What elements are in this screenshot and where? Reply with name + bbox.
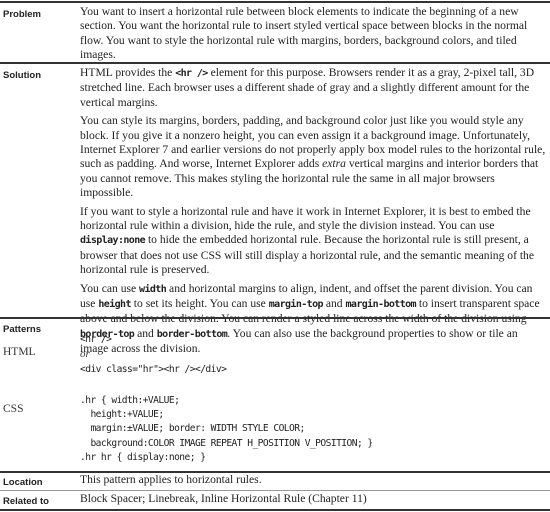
location-label: Location: [3, 477, 43, 488]
inline-code: width: [139, 283, 167, 295]
text-run: You want to insert a horizontal rule bet…: [80, 5, 528, 61]
table-bottom-rule: [0, 509, 550, 511]
inline-code: border-bottom: [156, 328, 228, 340]
paragraph: You can style its margins, borders, padd…: [80, 114, 546, 200]
text-run: If you want to style a horizontal rule a…: [80, 204, 531, 232]
paragraph: HTML provides the <hr /> element for thi…: [80, 66, 546, 110]
inline-code: margin-bottom: [345, 298, 417, 310]
related-label: Related to: [3, 496, 49, 507]
paragraph: You want to insert a horizontal rule bet…: [80, 5, 546, 62]
inline-code: display:none: [80, 235, 146, 247]
text-run: to set its height. You can use: [130, 296, 269, 310]
text-run: and: [134, 326, 157, 340]
problem-label: Problem: [3, 9, 42, 20]
solution-label: Solution: [3, 70, 41, 81]
row-divider: [0, 317, 550, 319]
row-divider: [0, 62, 550, 64]
html-code-2: <div class="hr"><hr /></div>: [80, 364, 227, 375]
row-divider: [0, 490, 550, 491]
inline-code: height: [98, 298, 131, 310]
html-code-1: <hr />: [80, 334, 112, 345]
text-run: and: [322, 296, 346, 310]
text-run: to hide the embedded horizontal rule. Be…: [80, 233, 535, 276]
emphasis-text: extra: [322, 157, 346, 171]
text-run: HTML provides the: [80, 66, 176, 79]
inline-code: margin-top: [268, 298, 324, 310]
problem-text: You want to insert a horizontal rule bet…: [80, 5, 546, 67]
css-code: .hr { width:+VALUE; height:+VALUE; margi…: [80, 395, 373, 463]
location-text: This pattern applies to horizontal rules…: [80, 473, 262, 486]
related-text: Block Spacer; Linebreak, Inline Horizont…: [80, 492, 367, 505]
css-label: CSS: [3, 403, 24, 415]
text-run: You can use: [80, 281, 140, 295]
table-top-rule: [0, 1, 550, 3]
inline-code: <hr />: [175, 68, 208, 79]
paragraph: If you want to style a horizontal rule a…: [80, 205, 546, 277]
patterns-label: Patterns: [3, 324, 42, 335]
html-label: HTML: [3, 346, 36, 358]
or-text: or: [80, 348, 90, 360]
